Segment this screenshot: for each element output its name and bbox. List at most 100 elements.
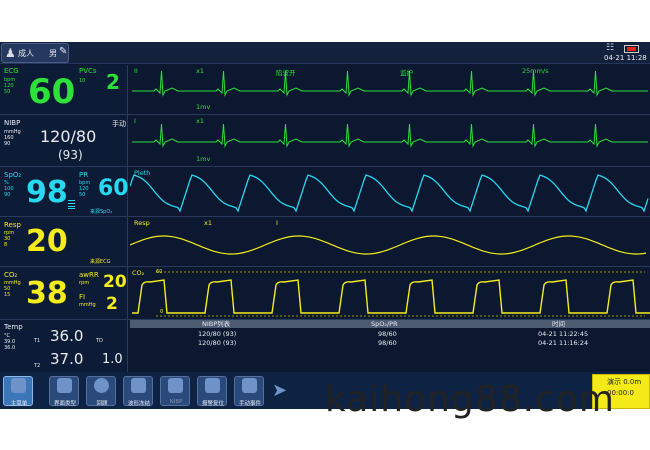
spo2-row: SpO₂ % 100 90 98 PR bpm 120 50 60 来源SpO₂…	[0, 167, 650, 217]
ecg-lim-lo: 50	[4, 89, 11, 95]
t1-value: 36.0	[50, 327, 84, 345]
edit-icon: ✎	[59, 46, 68, 57]
pr-source: 来源SpO₂	[90, 209, 113, 215]
resp-gain: x1	[204, 219, 212, 227]
nibp-sys-dia: 120/80	[40, 127, 97, 146]
col-nibp: NIBP列表	[202, 320, 231, 328]
review-icon	[94, 378, 109, 393]
t2-label: T2	[34, 363, 41, 369]
hr-value: 60	[28, 72, 76, 112]
fi-label: FI	[79, 293, 86, 301]
co2-row: CO₂ mmHg 50 15 38 awRR rpm 20 FI mmHg 2 …	[0, 267, 650, 320]
nibp-label: NIBP	[4, 119, 21, 127]
resp-row: Resp rpm 30 8 20 来源ECG Resp x1 I	[0, 217, 650, 267]
resp-label: Resp	[4, 221, 21, 229]
ecg-mode: 监护	[400, 69, 413, 77]
pr-lim-lo: 50	[79, 192, 86, 198]
freeze-button[interactable]: 波形冻结	[123, 376, 153, 407]
next-page-arrow-icon[interactable]: ➤	[272, 380, 287, 401]
resp-param-box[interactable]: Resp rpm 30 8 20 来源ECG	[0, 217, 128, 266]
resp-lead: I	[276, 219, 278, 227]
fi-unit: mmHg	[79, 302, 96, 308]
patient-gender: 男	[49, 49, 57, 58]
manual-event-button[interactable]: 手动事件	[234, 376, 264, 407]
alarm-reset-button[interactable]: 报警复位	[197, 376, 227, 407]
person-icon: ♟	[5, 46, 16, 60]
layout-icon	[57, 378, 72, 393]
awrr-label: awRR	[79, 271, 99, 279]
monitor-screen: ♟ 成人 男 ✎ ☷ 04-21 11:28 ECG bpm 120 50 60…	[0, 42, 650, 409]
td-value: 1.0	[102, 352, 123, 367]
co2-param-box[interactable]: CO₂ mmHg 50 15 38 awRR rpm 20 FI mmHg 2	[0, 267, 128, 319]
co2-scale-lo: 0	[160, 309, 164, 315]
fi-value: 2	[106, 294, 118, 314]
ecg-filter: 陷波开	[276, 69, 296, 77]
nibp-param-box[interactable]: NIBP 手动 mmHg 160 90 120/80 (93)	[0, 115, 128, 166]
spo2-param-box[interactable]: SpO₂ % 100 90 98 PR bpm 120 50 60 来源SpO₂	[0, 167, 129, 216]
network-icon: ☷	[606, 43, 615, 53]
main-menu-button[interactable]: 主菜单	[3, 376, 33, 407]
perfusion-bar-icon	[68, 200, 75, 209]
co2-scale-hi: 60	[156, 269, 163, 275]
nibp-lim-lo: 90	[4, 141, 11, 147]
nibp-mode: 手动	[112, 120, 126, 128]
pvcs-lim: 10	[79, 78, 86, 84]
nibp-list-table: NIBP列表 SpO₂/PR 时间 120/80 (93) 98/60 04-2…	[130, 320, 650, 372]
pvcs-label: PVCs	[79, 67, 97, 75]
pleth-waveform	[130, 174, 649, 213]
nibp-mean: (93)	[58, 148, 83, 162]
pr-value: 60	[98, 176, 129, 201]
ecg-gain: x1	[196, 67, 204, 75]
ecg2-wave[interactable]: I x1 1mv	[130, 115, 650, 166]
datetime: 04-21 11:28	[604, 54, 647, 62]
patient-info-button[interactable]: ♟ 成人 男 ✎	[1, 43, 69, 63]
review-button[interactable]: 回顾	[86, 376, 116, 407]
ecg2-cal: 1mv	[196, 155, 211, 163]
nibp-list-header: NIBP列表 SpO₂/PR 时间	[130, 320, 650, 328]
ecg-lead: II	[134, 67, 138, 75]
ecg-speed: 25mm/s	[522, 67, 549, 75]
resp-lim-lo: 8	[4, 242, 8, 248]
alarm-reset-icon	[205, 378, 220, 393]
pleth-wave[interactable]: Pleth	[130, 167, 650, 216]
td-label: TD	[96, 338, 103, 344]
spo2-lim-lo: 90	[4, 192, 11, 198]
nibp-icon	[168, 378, 183, 393]
t1-label: T1	[34, 338, 41, 344]
ecg-wave[interactable]: II x1 陷波开 监护 25mm/s 1mv	[130, 65, 650, 114]
col-spo2-pr: SpO₂/PR	[371, 320, 398, 328]
resp-wave[interactable]: Resp x1 I	[130, 217, 650, 266]
ecg-label: ECG	[4, 67, 19, 75]
ecg-row: ECG bpm 120 50 60 PVCs 10 2 II x1 陷波开 监护…	[0, 65, 650, 115]
temp-label: Temp	[4, 323, 23, 331]
co2-wave-label: CO₂	[132, 269, 145, 277]
pr-label: PR	[79, 171, 89, 179]
watermark-text: kaihong88.com	[325, 379, 615, 420]
nibp-button[interactable]: NIBP	[160, 376, 190, 406]
awrr-unit: rpm	[79, 280, 90, 286]
temp-lim-lo: 36.0	[4, 345, 16, 351]
menu-icon	[11, 378, 26, 393]
t2-value: 37.0	[50, 350, 84, 368]
nibp-row: NIBP 手动 mmHg 160 90 120/80 (93) I x1 1mv	[0, 115, 650, 167]
co2-wave[interactable]: CO₂ 60 0	[130, 267, 650, 319]
freeze-icon	[131, 378, 146, 393]
ecg2-gain: x1	[196, 117, 204, 125]
ecg2-lead: I	[134, 117, 136, 125]
top-bar: ♟ 成人 男 ✎ ☷ 04-21 11:28	[0, 42, 650, 64]
co2-label: CO₂	[4, 271, 18, 279]
layout-button[interactable]: 界面类型	[49, 376, 79, 407]
col-time: 时间	[552, 320, 565, 328]
resp-value: 20	[26, 224, 68, 259]
battery-icon	[624, 45, 639, 53]
pvcs-value: 2	[106, 70, 120, 94]
co2-waveform	[132, 271, 650, 317]
temp-param-box[interactable]: Temp °C 39.0 36.0 T1 36.0 TD T2 37.0 1.0	[0, 320, 128, 372]
patient-type: 成人	[18, 49, 34, 58]
spo2-label: SpO₂	[4, 171, 22, 179]
resp-wave-label: Resp	[134, 219, 150, 227]
pleth-label: Pleth	[134, 169, 151, 177]
spo2-value: 98	[26, 175, 68, 210]
ecg-cal: 1mv	[196, 103, 211, 111]
ecg-param-box[interactable]: ECG bpm 120 50 60 PVCs 10 2	[0, 65, 128, 114]
